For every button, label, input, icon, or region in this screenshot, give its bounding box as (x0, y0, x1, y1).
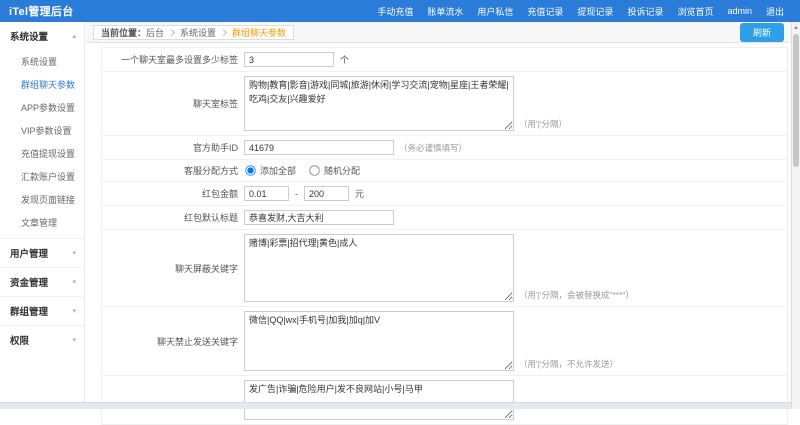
assign-all-option[interactable]: 添加全部 (244, 164, 296, 177)
app-logo: iTel管理后台 (0, 3, 74, 19)
radio-label: 添加全部 (260, 164, 296, 177)
topbar-link-manual-recharge[interactable]: 手动充值 (377, 5, 413, 18)
chevron-right-icon (220, 28, 227, 35)
topbar-link-view-home[interactable]: 浏览首页 (677, 5, 713, 18)
vertical-scrollbar[interactable]: ▲ (791, 22, 800, 409)
topbar: iTel管理后台 手动充值 账单流水 用户私信 充值记录 提现记录 投诉记录 浏… (0, 0, 800, 22)
official-assistant-row: 官方助手ID （务必谨慎填写） (102, 136, 787, 160)
field-label: 聊天禁止发送关键字 (102, 335, 244, 348)
sidebar-item-discover-page-links[interactable]: 发现页面链接 (0, 188, 84, 211)
topbar-link-withdraw-records[interactable]: 提现记录 (577, 5, 613, 18)
blocked-keywords-row: 聊天屏蔽关键字 赌博|彩票|招代理|黄色|成人 （用'|'分隔，会被替换成"**… (102, 230, 787, 307)
assign-random-option[interactable]: 随机分配 (308, 164, 360, 177)
sidebar-group-funds-management[interactable]: 资金管理 ▾ (0, 267, 84, 296)
breadcrumb-prefix: 当前位置： (101, 26, 146, 39)
forbidden-keywords-row: 聊天禁止发送关键字 微信|QQ|wx|手机号|加我|加q|加V （用'|'分隔，… (102, 307, 787, 376)
expand-arrow-icon: ▾ (72, 249, 76, 257)
sidebar-item-system-settings[interactable]: 系统设置 (0, 50, 84, 73)
sidebar-item-recharge-withdraw-settings[interactable]: 充值提现设置 (0, 142, 84, 165)
redpacket-title-row: 红包默认标题 (102, 206, 787, 230)
field-hint: （务必谨慎填写） (399, 142, 467, 154)
settings-form: 一个聊天室最多设置多少标签 个 聊天室标签 购物|教育|影音|游戏|同城|旅游|… (101, 47, 788, 425)
redpacket-max-input[interactable] (304, 186, 349, 201)
field-hint: （用'|'分隔） (519, 118, 567, 130)
sidebar-item-remittance-account-settings[interactable]: 汇款账户设置 (0, 165, 84, 188)
sidebar-system-items: 系统设置 群组聊天参数 APP参数设置 VIP参数设置 充值提现设置 汇款账户设… (0, 50, 84, 238)
breadcrumb-current-page: 群组聊天参数 (232, 26, 286, 39)
sidebar-group-user-management[interactable]: 用户管理 ▾ (0, 238, 84, 267)
field-label: 聊天室标签 (102, 97, 244, 110)
field-label: 一个聊天室最多设置多少标签 (102, 53, 244, 66)
breadcrumb: 当前位置： 后台 系统设置 群组聊天参数 (93, 25, 294, 40)
breadcrumb-system-settings[interactable]: 系统设置 (180, 26, 216, 39)
sidebar-group-label: 权限 (10, 333, 29, 347)
sidebar-item-article-management[interactable]: 文章管理 (0, 211, 84, 234)
sidebar-group-system-settings[interactable]: 系统设置 ▴ (0, 22, 84, 50)
field-label: 红包默认标题 (102, 211, 244, 224)
field-hint: （用'|'分隔，不允许发送） (519, 358, 618, 370)
assign-all-radio[interactable] (245, 165, 255, 175)
field-label: 红包金额 (102, 187, 244, 200)
assign-mode-row: 客服分配方式 添加全部 随机分配 (102, 160, 787, 182)
sidebar-item-vip-params[interactable]: VIP参数设置 (0, 119, 84, 142)
max-tags-row: 一个聊天室最多设置多少标签 个 (102, 48, 787, 72)
redpacket-min-input[interactable] (244, 186, 289, 201)
topbar-menu: 手动充值 账单流水 用户私信 充值记录 提现记录 投诉记录 浏览首页 admin… (377, 5, 800, 18)
topbar-link-admin[interactable]: admin (727, 6, 752, 16)
vertical-scrollbar-thumb[interactable] (793, 34, 799, 167)
official-assistant-id-input[interactable] (244, 140, 394, 155)
topbar-link-complaint-records[interactable]: 投诉记录 (627, 5, 663, 18)
field-hint: （用'|'分隔，会被替换成"***"） (519, 289, 634, 301)
blocked-keywords-textarea[interactable]: 赌博|彩票|招代理|黄色|成人 (244, 234, 514, 302)
collapse-arrow-icon: ▴ (72, 32, 76, 40)
topbar-link-recharge-records[interactable]: 充值记录 (527, 5, 563, 18)
room-tags-textarea[interactable]: 购物|教育|影音|游戏|同城|旅游|休闲|学习交流|宠物|星座|王者荣耀|吃鸡|… (244, 76, 514, 131)
refresh-button[interactable]: 刷新 (740, 23, 784, 42)
unit-suffix: 元 (355, 187, 364, 200)
expand-arrow-icon: ▾ (72, 336, 76, 344)
expand-arrow-icon: ▾ (72, 307, 76, 315)
redpacket-amount-row: 红包金额 - 元 (102, 182, 787, 206)
assign-random-radio[interactable] (309, 165, 319, 175)
sidebar-item-app-params[interactable]: APP参数设置 (0, 96, 84, 119)
topbar-link-bill-flow[interactable]: 账单流水 (427, 5, 463, 18)
field-label: 聊天屏蔽关键字 (102, 262, 244, 275)
sidebar-group-permissions[interactable]: 权限 ▾ (0, 325, 84, 354)
max-tags-input[interactable] (244, 52, 334, 67)
topbar-link-user-messages[interactable]: 用户私信 (477, 5, 513, 18)
sidebar-group-label: 群组管理 (10, 304, 48, 318)
horizontal-scrollbar[interactable] (0, 402, 791, 409)
unit-suffix: 个 (340, 53, 349, 66)
redpacket-title-input[interactable] (244, 210, 394, 225)
danger-keywords-textarea[interactable]: 发广告|诈骗|危险用户|发不良网站|小号|马甲 (244, 380, 514, 420)
danger-keywords-row: 发广告|诈骗|危险用户|发不良网站|小号|马甲 (102, 376, 787, 425)
sidebar-group-label: 用户管理 (10, 246, 48, 260)
field-label: 官方助手ID (102, 141, 244, 154)
sidebar: 系统设置 ▴ 系统设置 群组聊天参数 APP参数设置 VIP参数设置 充值提现设… (0, 22, 85, 409)
room-tags-row: 聊天室标签 购物|教育|影音|游戏|同城|旅游|休闲|学习交流|宠物|星座|王者… (102, 72, 787, 136)
topbar-link-logout[interactable]: 退出 (766, 5, 784, 18)
sidebar-group-label: 资金管理 (10, 275, 48, 289)
range-dash: - (295, 189, 298, 199)
breadcrumb-bar: 当前位置： 后台 系统设置 群组聊天参数 刷新 (86, 22, 791, 43)
sidebar-group-label: 系统设置 (10, 29, 48, 43)
expand-arrow-icon: ▾ (72, 278, 76, 286)
chevron-right-icon (168, 28, 175, 35)
scroll-up-arrow-icon[interactable]: ▲ (792, 22, 800, 33)
sidebar-group-group-management[interactable]: 群组管理 ▾ (0, 296, 84, 325)
field-label: 客服分配方式 (102, 164, 244, 177)
sidebar-item-group-chat-params[interactable]: 群组聊天参数 (0, 73, 84, 96)
breadcrumb-home[interactable]: 后台 (146, 26, 164, 39)
radio-label: 随机分配 (324, 164, 360, 177)
main-content: 当前位置： 后台 系统设置 群组聊天参数 刷新 一个聊天室最多设置多少标签 个 … (86, 22, 791, 409)
forbidden-keywords-textarea[interactable]: 微信|QQ|wx|手机号|加我|加q|加V (244, 311, 514, 371)
